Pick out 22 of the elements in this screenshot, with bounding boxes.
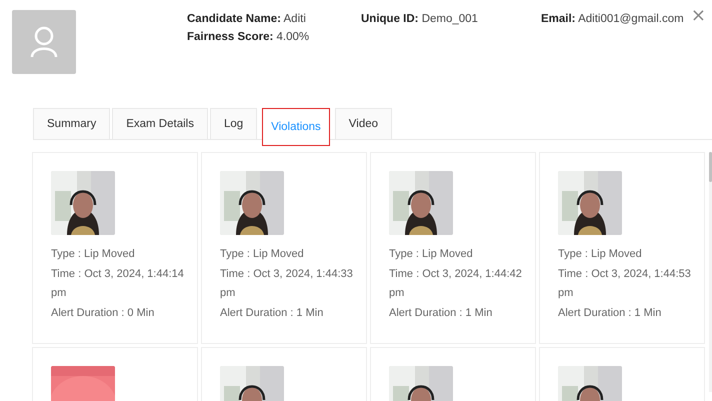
alert-duration: Alert Duration : 0 Min bbox=[51, 306, 156, 320]
violation-type: Type : Lip Moved bbox=[389, 247, 474, 262]
violation-type: Type : Lip Moved bbox=[558, 247, 643, 262]
alert-duration: Alert Duration : 1 Min bbox=[558, 306, 662, 320]
close-button[interactable]: × bbox=[690, 6, 706, 26]
tab[interactable]: Log bbox=[210, 108, 258, 139]
violation-type: Type : Lip Moved bbox=[220, 247, 305, 262]
candidate-name: Candidate Name: Aditi bbox=[187, 13, 307, 27]
tab[interactable]: Exam Details bbox=[112, 108, 208, 139]
tab[interactable]: Video bbox=[334, 108, 392, 139]
alert-duration: Alert Duration : 1 Min bbox=[389, 306, 494, 320]
user-icon bbox=[30, 26, 58, 58]
violation-time: Time : Oct 3, 2024, 1:44:33 pm bbox=[220, 266, 354, 301]
alert-duration: Alert Duration : 1 Min bbox=[220, 306, 324, 320]
fairness-score: Fairness Score: 4.00% bbox=[187, 31, 310, 45]
violation-time: Time : Oct 3, 2024, 1:44:53 pm bbox=[558, 266, 692, 301]
violation-time: Time : Oct 3, 2024, 1:44:42 pm bbox=[389, 266, 523, 301]
violation-type: Type : Lip Moved bbox=[51, 247, 136, 262]
unique-id: Unique ID: Demo_001 bbox=[361, 13, 479, 27]
email: Email: Aditi001@gmail.com bbox=[541, 13, 684, 27]
tab[interactable]: Summary bbox=[33, 108, 110, 139]
violation-time: Time : Oct 3, 2024, 1:44:14 pm bbox=[51, 266, 185, 301]
